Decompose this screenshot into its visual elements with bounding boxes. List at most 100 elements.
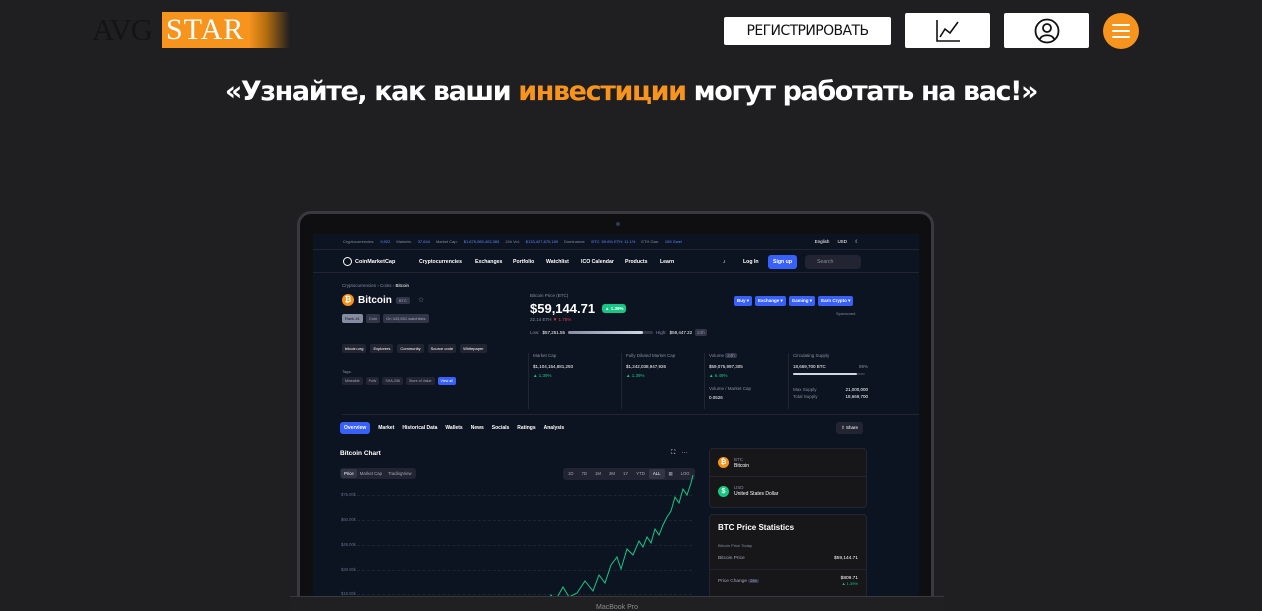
market-cap-stat: Market Cap $1,104,154,881,293 ▲ 1.39% <box>528 353 621 409</box>
stat-value[interactable]: 37,644 <box>418 239 430 244</box>
bitcoin-icon: ₿ <box>342 294 354 306</box>
user-account-button[interactable] <box>1004 13 1089 48</box>
nav-item-exchanges[interactable]: Exchanges <box>475 259 502 265</box>
register-button[interactable]: РЕГИСТРИРОВАТЬ <box>724 17 891 45</box>
period-select[interactable]: 24h <box>695 329 707 336</box>
stat-value[interactable]: BTC: 59.6% ETH: 11.1% <box>591 239 635 244</box>
stat-value: $1,104,154,881,293 <box>533 364 574 369</box>
stat-change: ▲ 6.49% <box>709 373 728 378</box>
stat-value: 18,669,700 <box>845 394 868 399</box>
converter-row-btc[interactable]: ₿ BTC Bitcoin <box>710 449 866 477</box>
tag-item[interactable]: SHA-256 <box>382 377 403 385</box>
moon-icon[interactable]: ☾ <box>855 239 859 245</box>
fdv-stat: Fully Diluted Market Cap $1,242,038,947,… <box>621 353 704 409</box>
chart-button[interactable] <box>905 13 990 48</box>
market-stats: Market Cap $1,104,154,881,293 ▲ 1.39% Fu… <box>528 353 919 409</box>
range-bar <box>568 331 654 334</box>
bell-icon[interactable]: ♪ <box>723 259 726 265</box>
stats-period-tag: 24h <box>748 578 759 583</box>
community-link[interactable]: Community <box>397 344 424 353</box>
logo-star-text: STAR <box>162 12 290 48</box>
tab-ratings[interactable]: Ratings <box>517 425 535 431</box>
nav-item-portfolio[interactable]: Portfolio <box>513 259 534 265</box>
cta-buttons: Buy ▾ Exchange ▾ Gaming ▾ Earn Crypto ▾ <box>734 296 854 306</box>
website-link[interactable]: bitcoin.org <box>342 344 367 353</box>
stat-label: Market Cap: <box>435 239 458 244</box>
stat-label: Total Supply <box>793 394 818 399</box>
volume-period-select[interactable]: 24h <box>725 353 737 358</box>
source-code-link[interactable]: Source code <box>427 344 457 353</box>
login-link[interactable]: Log In <box>743 259 759 265</box>
nav-item-learn[interactable]: Learn <box>660 259 674 265</box>
converter-name: United States Dollar <box>734 491 779 497</box>
coin-symbol: BTC <box>395 296 410 304</box>
share-button[interactable]: ⇪ Share <box>836 422 864 434</box>
stat-change: ▲ 1.39% <box>626 373 645 378</box>
logo[interactable]: AVG STAR <box>92 12 292 48</box>
currency-select[interactable]: USD <box>837 239 847 245</box>
tab-overview[interactable]: Overview <box>340 422 371 434</box>
buy-button[interactable]: Buy ▾ <box>734 296 753 306</box>
coin-links: bitcoin.org Explorers Community Source c… <box>342 344 492 353</box>
converter-row-usd[interactable]: $ USD United States Dollar <box>710 477 866 505</box>
watchlists-badge: On 443,651 watchlists <box>383 314 429 323</box>
view-all-tags-button[interactable]: View all <box>437 377 456 385</box>
signup-button[interactable]: Sign up <box>768 255 797 269</box>
headline-highlight: инвестиции <box>518 76 687 107</box>
search-input[interactable]: Search <box>805 255 861 269</box>
tab-historical-data[interactable]: Historical Data <box>402 425 437 431</box>
supply-bar-fill <box>793 373 858 375</box>
stat-label: Markets: <box>396 239 412 244</box>
low-value: $57,251.55 <box>542 330 566 335</box>
stat-label: Volume <box>709 353 725 358</box>
price-stats-subtitle: Bitcoin Price Today <box>718 543 752 548</box>
eth-value: 22.14 ETH <box>530 317 552 322</box>
stats-row-change: ▲ 1.39% <box>841 581 858 586</box>
tab-socials[interactable]: Socials <box>492 425 510 431</box>
laptop-screen: Cryptocurrencies: 9,922 Markets: 37,644 Ma… <box>313 234 919 596</box>
share-label: Share <box>846 425 859 430</box>
price-label: Bitcoin Price (BTC) <box>530 293 569 298</box>
coin-badges: Rank #1 Coin On 443,651 watchlists <box>342 314 429 323</box>
whitepaper-link[interactable]: Whitepaper <box>460 344 487 353</box>
tab-market[interactable]: Market <box>378 425 394 431</box>
stat-value[interactable]: 9,922 <box>380 239 390 244</box>
tab-news[interactable]: News <box>471 425 484 431</box>
star-icon[interactable]: ☆ <box>418 296 424 304</box>
price-line-chart[interactable] <box>337 445 701 596</box>
cmc-logo[interactable]: CoinMarketCap <box>343 257 395 266</box>
tab-wallets[interactable]: Wallets <box>445 425 462 431</box>
tab-analysis[interactable]: Analysis <box>544 425 565 431</box>
hamburger-menu-icon[interactable] <box>1103 13 1139 49</box>
tag-item[interactable]: Mineable <box>342 377 363 385</box>
breadcrumb-item[interactable]: Cryptocurrencies <box>342 283 376 288</box>
converter-name: Bitcoin <box>734 462 750 469</box>
coin-tags: Mineable PoW SHA-256 Store of Value View… <box>342 377 456 385</box>
line-chart-icon <box>935 19 960 42</box>
nav-item-products[interactable]: Products <box>625 259 647 265</box>
stat-label: 24h Vol: <box>505 239 520 244</box>
exchange-button[interactable]: Exchange ▾ <box>755 296 786 306</box>
range-bar-fill <box>568 331 643 334</box>
tag-item[interactable]: PoW <box>365 377 380 385</box>
bitcoin-icon: ₿ <box>718 457 729 468</box>
stat-label: Max Supply <box>793 387 817 392</box>
gaming-button[interactable]: Gaming ▾ <box>788 296 816 306</box>
nav-item-cryptocurrencies[interactable]: Cryptocurrencies <box>419 259 462 265</box>
explorers-link[interactable]: Explorers <box>370 344 394 353</box>
breadcrumb-item[interactable]: Coins <box>380 283 392 288</box>
language-select[interactable]: English <box>815 239 830 245</box>
tag-item[interactable]: Store of Value <box>405 377 435 385</box>
nav-item-watchlist[interactable]: Watchlist <box>546 259 569 265</box>
high-label: High: <box>656 330 667 335</box>
nav-item-ico-calendar[interactable]: ICO Calendar <box>581 259 614 265</box>
stat-value[interactable]: 159 Gwei <box>665 239 682 244</box>
stats-row-label: Price Change <box>718 578 748 584</box>
stat-value: 21,000,000 <box>845 387 868 392</box>
earn-crypto-button[interactable]: Earn Crypto ▾ <box>818 296 854 306</box>
stat-value[interactable]: $133,427,670,180 <box>526 239 558 244</box>
stat-value[interactable]: $1,675,065,402,365 <box>464 239 500 244</box>
stat-label: Market Cap <box>533 353 557 358</box>
price-stats-title: BTC Price Statistics <box>718 523 795 532</box>
divider <box>342 414 919 415</box>
